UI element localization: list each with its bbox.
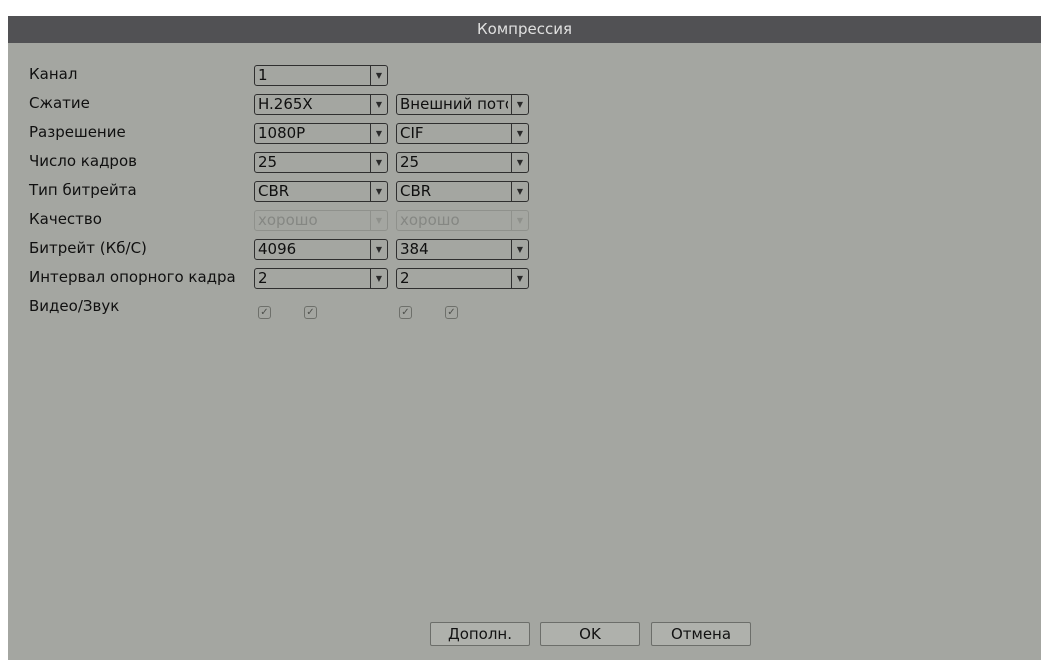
chevron-down-icon: ▼ bbox=[370, 153, 387, 172]
extra-bitrate-select[interactable]: 384 ▼ bbox=[396, 239, 529, 260]
video-audio-label: Видео/Звук bbox=[29, 297, 120, 315]
chevron-down-icon: ▼ bbox=[511, 95, 528, 114]
main-quality-value: хорошо bbox=[258, 211, 318, 229]
chevron-down-icon: ▼ bbox=[511, 182, 528, 201]
main-quality-select: хорошо ▼ bbox=[254, 210, 388, 231]
extra-bitrate-value: 384 bbox=[400, 240, 429, 258]
main-framerate-value: 25 bbox=[258, 153, 278, 171]
chevron-down-icon: ▼ bbox=[370, 211, 387, 230]
advanced-button[interactable]: Дополн. bbox=[430, 622, 530, 646]
main-bitrate-type-select[interactable]: CBR ▼ bbox=[254, 181, 388, 202]
chevron-down-icon: ▼ bbox=[370, 240, 387, 259]
channel-value: 1 bbox=[258, 66, 268, 84]
channel-label: Канал bbox=[29, 65, 78, 83]
main-iframe-interval-value: 2 bbox=[258, 269, 268, 287]
extra-video-checkbox[interactable]: ✓ bbox=[399, 306, 412, 319]
extra-framerate-select[interactable]: 25 ▼ bbox=[396, 152, 529, 173]
quality-label: Качество bbox=[29, 210, 102, 228]
extra-bitrate-type-value: CBR bbox=[400, 182, 432, 200]
main-video-checkbox[interactable]: ✓ bbox=[258, 306, 271, 319]
chevron-down-icon: ▼ bbox=[511, 124, 528, 143]
extra-bitrate-type-select[interactable]: CBR ▼ bbox=[396, 181, 529, 202]
dialog-title: Компрессия bbox=[8, 16, 1041, 43]
cancel-button[interactable]: Отмена bbox=[651, 622, 751, 646]
main-audio-checkbox[interactable]: ✓ bbox=[304, 306, 317, 319]
chevron-down-icon: ▼ bbox=[511, 153, 528, 172]
extra-iframe-interval-value: 2 bbox=[400, 269, 410, 287]
framerate-label: Число кадров bbox=[29, 152, 137, 170]
compression-dialog: Компрессия Канал Сжатие Разрешение Число… bbox=[8, 16, 1041, 660]
chevron-down-icon: ▼ bbox=[370, 269, 387, 288]
iframe-interval-label: Интервал опорного кадра bbox=[29, 268, 236, 286]
main-resolution-value: 1080P bbox=[258, 124, 306, 142]
chevron-down-icon: ▼ bbox=[370, 95, 387, 114]
chevron-down-icon: ▼ bbox=[511, 240, 528, 259]
extra-resolution-select[interactable]: CIF ▼ bbox=[396, 123, 529, 144]
compression-label: Сжатие bbox=[29, 94, 90, 112]
chevron-down-icon: ▼ bbox=[511, 269, 528, 288]
extra-quality-value: хорошо bbox=[400, 211, 460, 229]
main-bitrate-type-value: CBR bbox=[258, 182, 290, 200]
extra-stream-select[interactable]: Внешний поток ▼ bbox=[396, 94, 529, 115]
chevron-down-icon: ▼ bbox=[370, 182, 387, 201]
ok-button[interactable]: OK bbox=[540, 622, 640, 646]
resolution-label: Разрешение bbox=[29, 123, 126, 141]
extra-iframe-interval-select[interactable]: 2 ▼ bbox=[396, 268, 529, 289]
bitrate-type-label: Тип битрейта bbox=[29, 181, 137, 199]
main-resolution-select[interactable]: 1080P ▼ bbox=[254, 123, 388, 144]
extra-audio-checkbox[interactable]: ✓ bbox=[445, 306, 458, 319]
extra-stream-value: Внешний поток bbox=[400, 95, 508, 113]
bitrate-label: Битрейт (Кб/С) bbox=[29, 239, 147, 257]
extra-quality-select: хорошо ▼ bbox=[396, 210, 529, 231]
main-bitrate-value: 4096 bbox=[258, 240, 297, 258]
main-iframe-interval-select[interactable]: 2 ▼ bbox=[254, 268, 388, 289]
chevron-down-icon: ▼ bbox=[370, 66, 387, 85]
main-compression-value: H.265X bbox=[258, 95, 313, 113]
main-bitrate-select[interactable]: 4096 ▼ bbox=[254, 239, 388, 260]
main-compression-select[interactable]: H.265X ▼ bbox=[254, 94, 388, 115]
channel-select[interactable]: 1 ▼ bbox=[254, 65, 388, 86]
chevron-down-icon: ▼ bbox=[511, 211, 528, 230]
main-framerate-select[interactable]: 25 ▼ bbox=[254, 152, 388, 173]
chevron-down-icon: ▼ bbox=[370, 124, 387, 143]
extra-resolution-value: CIF bbox=[400, 124, 424, 142]
extra-framerate-value: 25 bbox=[400, 153, 420, 171]
